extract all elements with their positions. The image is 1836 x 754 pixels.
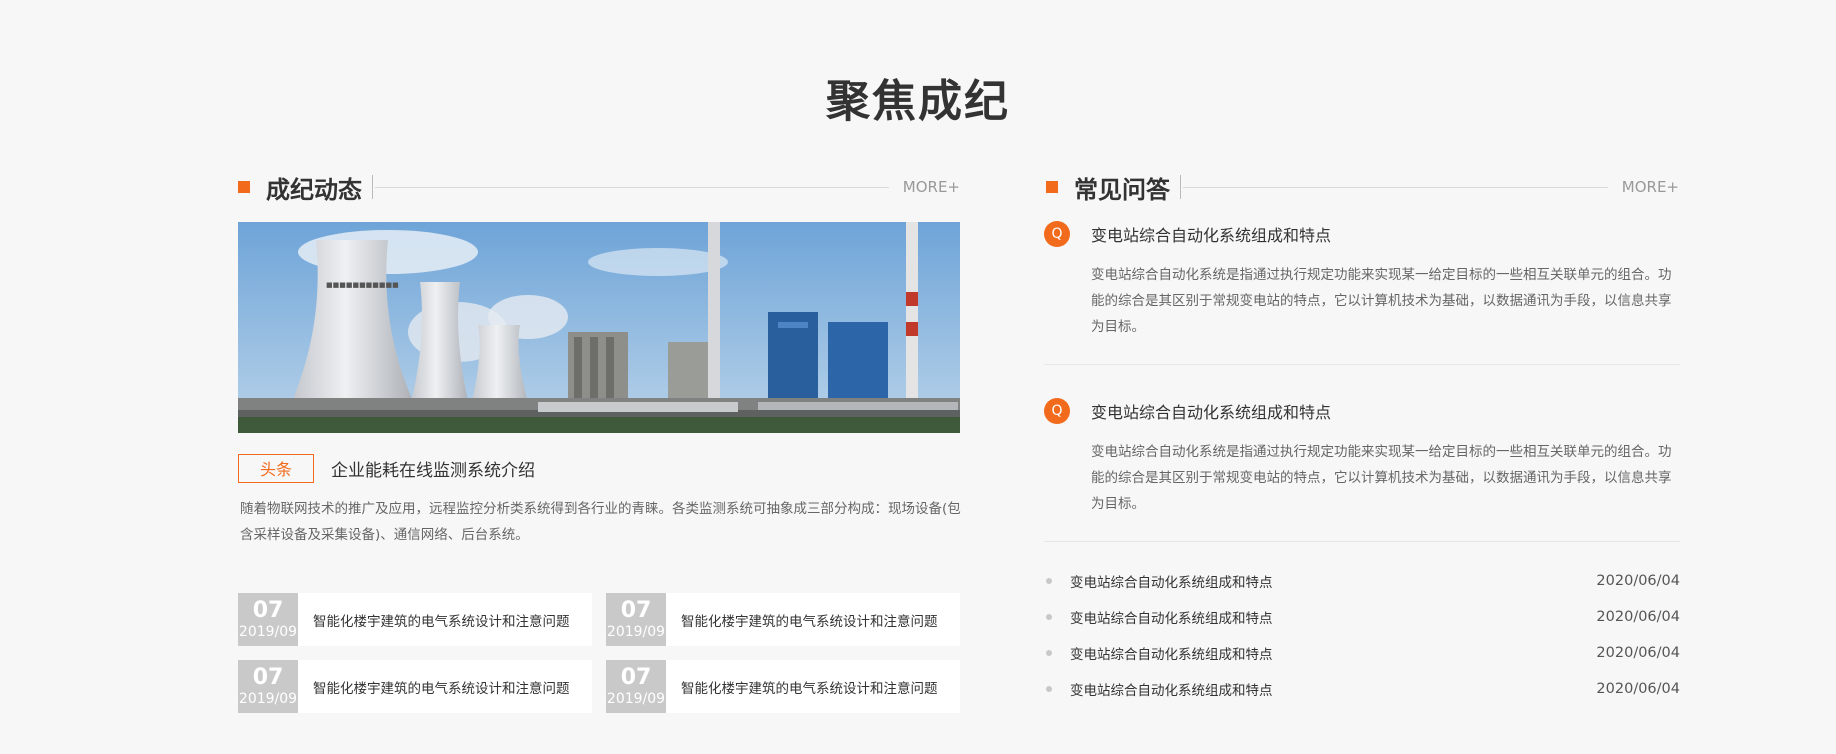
faq-section-title: 常见问答: [1074, 175, 1170, 204]
faq-item: Q 变电站综合自动化系统组成和特点 变电站综合自动化系统是指通过执行规定功能来实…: [1044, 220, 1680, 340]
card-day: 07: [252, 664, 284, 690]
card-year-month: 2019/09: [606, 690, 666, 707]
header-line: [1183, 186, 1608, 188]
list-item[interactable]: 变电站综合自动化系统组成和特点 2020/06/04: [1044, 635, 1680, 671]
list-item-title: 变电站综合自动化系统组成和特点: [1070, 647, 1273, 663]
headline-row: 头条 企业能耗在线监测系统介绍: [238, 453, 960, 483]
faq-answer: 变电站综合自动化系统是指通过执行规定功能来实现某一给定目标的一些相互关联单元的组…: [1091, 267, 1672, 335]
question-icon: Q: [1044, 398, 1070, 424]
question-icon: Q: [1044, 221, 1070, 247]
list-item[interactable]: 变电站综合自动化系统组成和特点 2020/06/04: [1044, 563, 1680, 599]
date-box: 07 2019/09: [606, 593, 666, 646]
list-item-date: 2020/06/04: [1596, 573, 1680, 589]
list-item[interactable]: 变电站综合自动化系统组成和特点 2020/06/04: [1044, 599, 1680, 635]
list-item-title: 变电站综合自动化系统组成和特点: [1070, 683, 1273, 699]
card-day: 07: [620, 597, 652, 623]
date-box: 07 2019/09: [606, 660, 666, 713]
headline-link[interactable]: 企业能耗在线监测系统介绍: [331, 456, 535, 481]
date-box: 07 2019/09: [238, 660, 298, 713]
square-bullet-icon: [238, 181, 250, 193]
list-item-title: 变电站综合自动化系统组成和特点: [1070, 611, 1273, 627]
news-card[interactable]: 07 2019/09 智能化楼宇建筑的电气系统设计和注意问题: [238, 660, 592, 713]
news-card[interactable]: 07 2019/09 智能化楼宇建筑的电气系统设计和注意问题: [606, 593, 960, 646]
card-year-month: 2019/09: [238, 690, 298, 707]
power-plant-image: ■■■■■■■■■■■: [238, 222, 960, 433]
square-bullet-icon: [1046, 181, 1058, 193]
faq-question-link[interactable]: 变电站综合自动化系统组成和特点: [1091, 399, 1331, 423]
faq-question-link[interactable]: 变电站综合自动化系统组成和特点: [1091, 222, 1331, 246]
news-card[interactable]: 07 2019/09 智能化楼宇建筑的电气系统设计和注意问题: [238, 593, 592, 646]
news-card[interactable]: 07 2019/09 智能化楼宇建筑的电气系统设计和注意问题: [606, 660, 960, 713]
faq-more-link[interactable]: MORE+: [1622, 178, 1679, 196]
bullet-dot-icon: [1046, 650, 1052, 656]
faq-answer: 变电站综合自动化系统是指通过执行规定功能来实现某一给定目标的一些相互关联单元的组…: [1091, 444, 1672, 512]
card-title: 智能化楼宇建筑的电气系统设计和注意问题: [313, 613, 570, 630]
card-title: 智能化楼宇建筑的电气系统设计和注意问题: [681, 613, 938, 630]
news-section-header: 成纪动态 MORE+: [238, 167, 960, 207]
card-year-month: 2019/09: [238, 623, 298, 640]
headline-tag: 头条: [238, 453, 314, 483]
bullet-dot-icon: [1046, 686, 1052, 692]
news-hero-image[interactable]: ■■■■■■■■■■■: [238, 222, 960, 433]
faq-question-row: Q 变电站综合自动化系统组成和特点: [1044, 220, 1680, 248]
list-item[interactable]: 变电站综合自动化系统组成和特点 2020/06/04: [1044, 671, 1680, 707]
header-line: [375, 186, 889, 188]
focus-section: 聚焦成纪 成纪动态 MORE+ ■■■■■■■■■■■ 头条 企业能耗在线监测系…: [0, 0, 1836, 754]
faq-divider: [1044, 541, 1680, 542]
svg-text:■■■■■■■■■■■: ■■■■■■■■■■■: [326, 281, 399, 289]
list-item-date: 2020/06/04: [1596, 609, 1680, 625]
news-more-link[interactable]: MORE+: [903, 178, 960, 196]
card-day: 07: [620, 664, 652, 690]
list-item-title: 变电站综合自动化系统组成和特点: [1070, 575, 1273, 591]
bullet-dot-icon: [1046, 614, 1052, 620]
list-item-date: 2020/06/04: [1596, 645, 1680, 661]
faq-item: Q 变电站综合自动化系统组成和特点 变电站综合自动化系统是指通过执行规定功能来实…: [1044, 397, 1680, 517]
divider: [1180, 175, 1181, 199]
card-day: 07: [252, 597, 284, 623]
card-title: 智能化楼宇建筑的电气系统设计和注意问题: [313, 680, 570, 697]
faq-section-header: 常见问答 MORE+: [1046, 167, 1679, 207]
card-year-month: 2019/09: [606, 623, 666, 640]
faq-divider: [1044, 364, 1680, 365]
faq-list: 变电站综合自动化系统组成和特点 2020/06/04 变电站综合自动化系统组成和…: [1044, 563, 1680, 707]
headline-summary: 随着物联网技术的推广及应用，远程监控分析类系统得到各行业的青睐。各类监测系统可抽…: [240, 501, 961, 543]
divider: [372, 175, 373, 199]
list-item-date: 2020/06/04: [1596, 681, 1680, 697]
bullet-dot-icon: [1046, 578, 1052, 584]
page-title: 聚焦成纪: [826, 76, 1010, 127]
news-section-title: 成纪动态: [266, 175, 362, 204]
faq-question-row: Q 变电站综合自动化系统组成和特点: [1044, 397, 1680, 425]
date-box: 07 2019/09: [238, 593, 298, 646]
card-title: 智能化楼宇建筑的电气系统设计和注意问题: [681, 680, 938, 697]
